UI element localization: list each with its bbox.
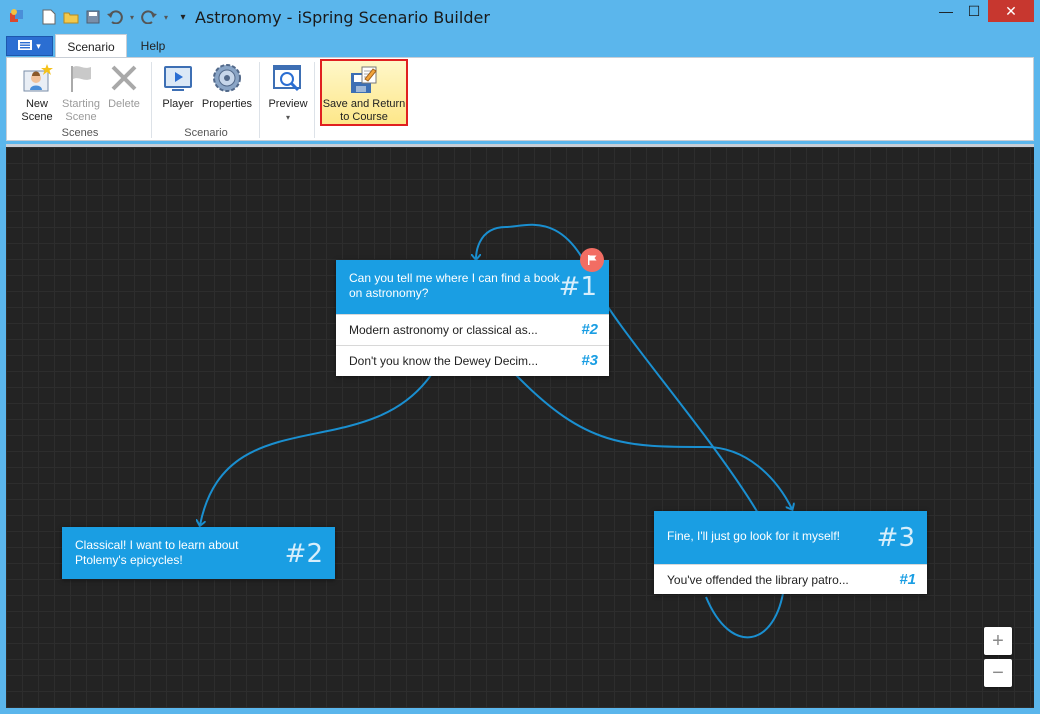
- starting-scene-label: Starting Scene: [62, 98, 100, 123]
- scenario-canvas[interactable]: Can you tell me where I can find a book …: [6, 144, 1034, 708]
- preview-icon: [272, 62, 304, 94]
- scene-number: #3: [876, 523, 915, 553]
- group-divider: [314, 62, 315, 138]
- chevron-down-icon: ▾: [36, 40, 41, 51]
- undo-dropdown-icon[interactable]: ▾: [128, 8, 136, 26]
- scene-card-3[interactable]: Fine, I'll just go look for it myself! #…: [654, 511, 927, 594]
- new-document-icon[interactable]: [40, 8, 58, 26]
- open-folder-icon[interactable]: [62, 8, 80, 26]
- player-icon: [162, 62, 194, 94]
- scenario-group-label: Scenario: [184, 127, 228, 139]
- scene-header[interactable]: Classical! I want to learn about Ptolemy…: [62, 527, 335, 579]
- choice-row[interactable]: Don't you know the Dewey Decim... #3: [336, 345, 609, 376]
- scene-number: #2: [284, 539, 323, 569]
- window-title: Astronomy - iSpring Scenario Builder: [195, 8, 490, 27]
- scene-number: #1: [558, 272, 597, 302]
- undo-icon[interactable]: [106, 8, 124, 26]
- new-scene-label: New Scene: [21, 98, 53, 123]
- link-choice2-to-scene3: [515, 374, 792, 509]
- link-choice1-to-scene2: [200, 374, 432, 525]
- file-menu-button[interactable]: ▾: [6, 36, 53, 56]
- quick-access-toolbar: ▾ ▾ ▾: [40, 7, 192, 27]
- new-scene-button[interactable]: New Scene: [16, 62, 58, 124]
- gear-icon: [211, 62, 243, 94]
- scenes-group-label: Scenes: [61, 127, 99, 139]
- new-scene-icon: [21, 62, 53, 94]
- scene-text: Can you tell me where I can find a book …: [349, 271, 560, 300]
- player-button[interactable]: Player: [160, 62, 196, 111]
- ribbon: New Scene Starting Scene Delete Scenes P…: [6, 57, 1034, 141]
- choice-text: Don't you know the Dewey Decim...: [349, 354, 539, 368]
- flag-icon: [65, 62, 97, 94]
- choice-row[interactable]: Modern astronomy or classical as... #2: [336, 314, 609, 345]
- scene-card-1[interactable]: Can you tell me where I can find a book …: [336, 260, 609, 376]
- close-button[interactable]: ✕: [988, 0, 1034, 22]
- properties-label: Properties: [201, 98, 253, 110]
- preview-label: Preview: [268, 98, 308, 110]
- tab-help[interactable]: Help: [134, 34, 172, 58]
- save-icon[interactable]: [84, 8, 102, 26]
- properties-button[interactable]: Properties: [199, 62, 255, 111]
- save-return-icon: [348, 65, 380, 97]
- choice-target: #1: [899, 571, 916, 588]
- group-divider: [151, 62, 152, 138]
- delete-label: Delete: [108, 98, 140, 110]
- title-bar: ▾ ▾ ▾ Astronomy - iSpring Scenario Build…: [0, 0, 1040, 35]
- starting-scene-flag-icon: [580, 248, 604, 272]
- app-window: ▾ ▾ ▾ Astronomy - iSpring Scenario Build…: [0, 0, 1040, 714]
- minimize-button[interactable]: —: [932, 0, 960, 22]
- redo-icon[interactable]: [140, 8, 158, 26]
- player-label: Player: [162, 98, 194, 110]
- delete-icon: [108, 62, 140, 94]
- group-divider: [259, 62, 260, 138]
- starting-scene-button[interactable]: Starting Scene: [59, 62, 103, 124]
- preview-button[interactable]: Preview ▾: [266, 62, 310, 124]
- zoom-out-button[interactable]: −: [984, 659, 1012, 687]
- choice-target: #3: [581, 352, 598, 369]
- tab-scenario[interactable]: Scenario: [55, 34, 127, 58]
- choice-text: Modern astronomy or classical as...: [349, 323, 538, 337]
- choice-target: #2: [581, 321, 598, 338]
- scene-header[interactable]: Fine, I'll just go look for it myself! #…: [654, 511, 927, 564]
- save-and-return-button[interactable]: Save and Return to Course: [320, 59, 408, 126]
- scene-header[interactable]: Can you tell me where I can find a book …: [336, 260, 609, 314]
- menu-icon: [18, 37, 33, 55]
- ribbon-tabs: ▾ Scenario Help: [6, 34, 1034, 58]
- scene-links: [6, 223, 1034, 639]
- customize-dropdown-icon[interactable]: ▾: [174, 8, 192, 26]
- zoom-in-button[interactable]: +: [984, 627, 1012, 655]
- scene-text: Classical! I want to learn about Ptolemy…: [75, 538, 239, 567]
- choice-row[interactable]: You've offended the library patro... #1: [654, 564, 927, 594]
- maximize-button[interactable]: ☐: [960, 0, 988, 22]
- app-icon[interactable]: [9, 8, 25, 24]
- save-and-return-label: Save and Return to Course: [322, 98, 406, 123]
- delete-button[interactable]: Delete: [106, 62, 142, 111]
- scene-card-2[interactable]: Classical! I want to learn about Ptolemy…: [62, 527, 335, 579]
- choice-text: You've offended the library patro...: [667, 573, 849, 587]
- scene-text: Fine, I'll just go look for it myself!: [667, 529, 841, 543]
- chevron-down-icon: ▾: [285, 113, 290, 122]
- redo-dropdown-icon[interactable]: ▾: [162, 8, 170, 26]
